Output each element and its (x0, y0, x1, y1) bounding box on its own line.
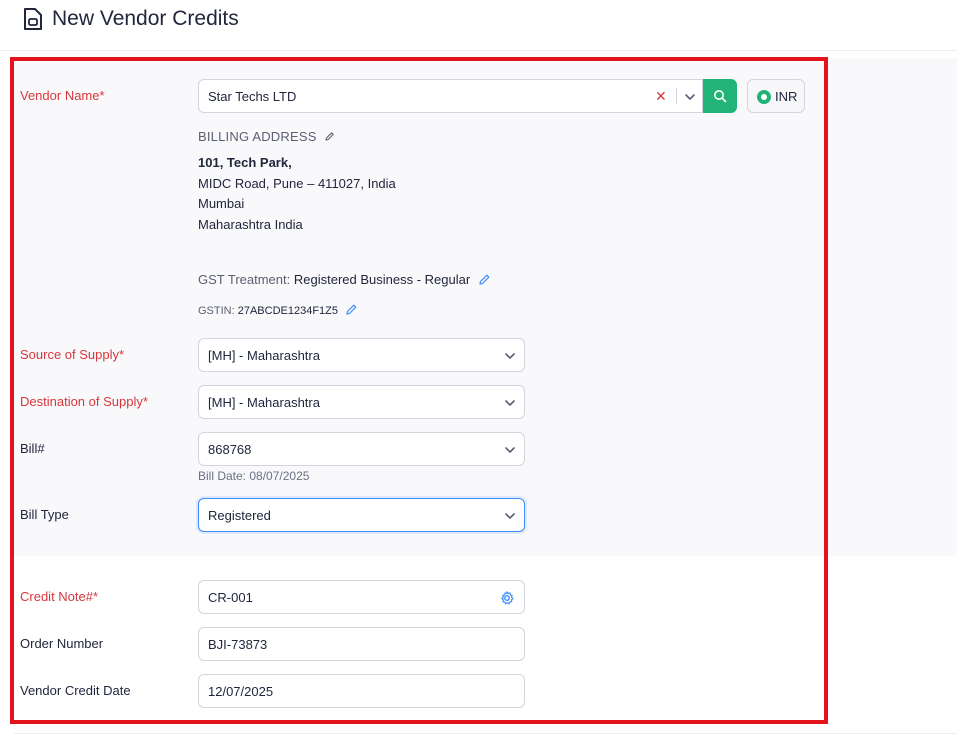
page-header: New Vendor Credits (0, 0, 957, 51)
document-icon (24, 8, 42, 30)
page-title: New Vendor Credits (52, 7, 239, 30)
highlight-frame (10, 57, 828, 724)
divider (14, 733, 957, 734)
